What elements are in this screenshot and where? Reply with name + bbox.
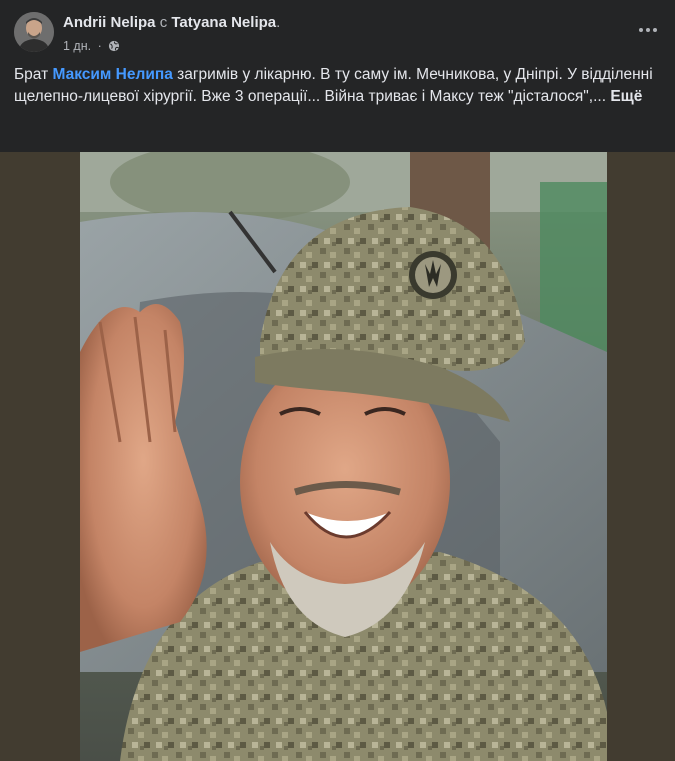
see-more-link[interactable]: Ещё <box>610 88 642 105</box>
photo-soldier-waving <box>80 152 607 761</box>
avatar-portrait <box>14 12 54 52</box>
post-text: Брат Максим Нелипа загримів у лікарню. В… <box>14 64 666 108</box>
more-options-icon-dot <box>639 28 643 32</box>
post-text-start: Брат <box>14 66 53 83</box>
post-timestamp-link[interactable]: 1 дн. <box>63 39 91 53</box>
more-options-icon-dot <box>646 28 650 32</box>
author-avatar[interactable] <box>14 12 54 52</box>
post-header: Andrii Nelipa с Tatyana Nelipa. 1 дн. · <box>14 10 664 58</box>
title-period: . <box>276 14 281 31</box>
globe-icon[interactable] <box>108 40 120 52</box>
author-line: Andrii Nelipa с Tatyana Nelipa. <box>63 14 280 32</box>
meta-separator: · <box>97 39 102 53</box>
more-options-icon-dot <box>653 28 657 32</box>
post-meta: 1 дн. · <box>63 38 120 54</box>
mention-link[interactable]: Максим Нелипа <box>52 66 172 83</box>
post-photo[interactable] <box>80 152 607 761</box>
author-name-link[interactable]: Andrii Nelipa <box>63 14 156 31</box>
tagged-person-link[interactable]: Tatyana Nelipa <box>171 14 276 31</box>
facebook-post: Andrii Nelipa с Tatyana Nelipa. 1 дн. · … <box>0 0 675 761</box>
post-media[interactable] <box>0 152 675 761</box>
with-label: с <box>159 14 168 31</box>
more-options-button[interactable] <box>634 16 662 44</box>
